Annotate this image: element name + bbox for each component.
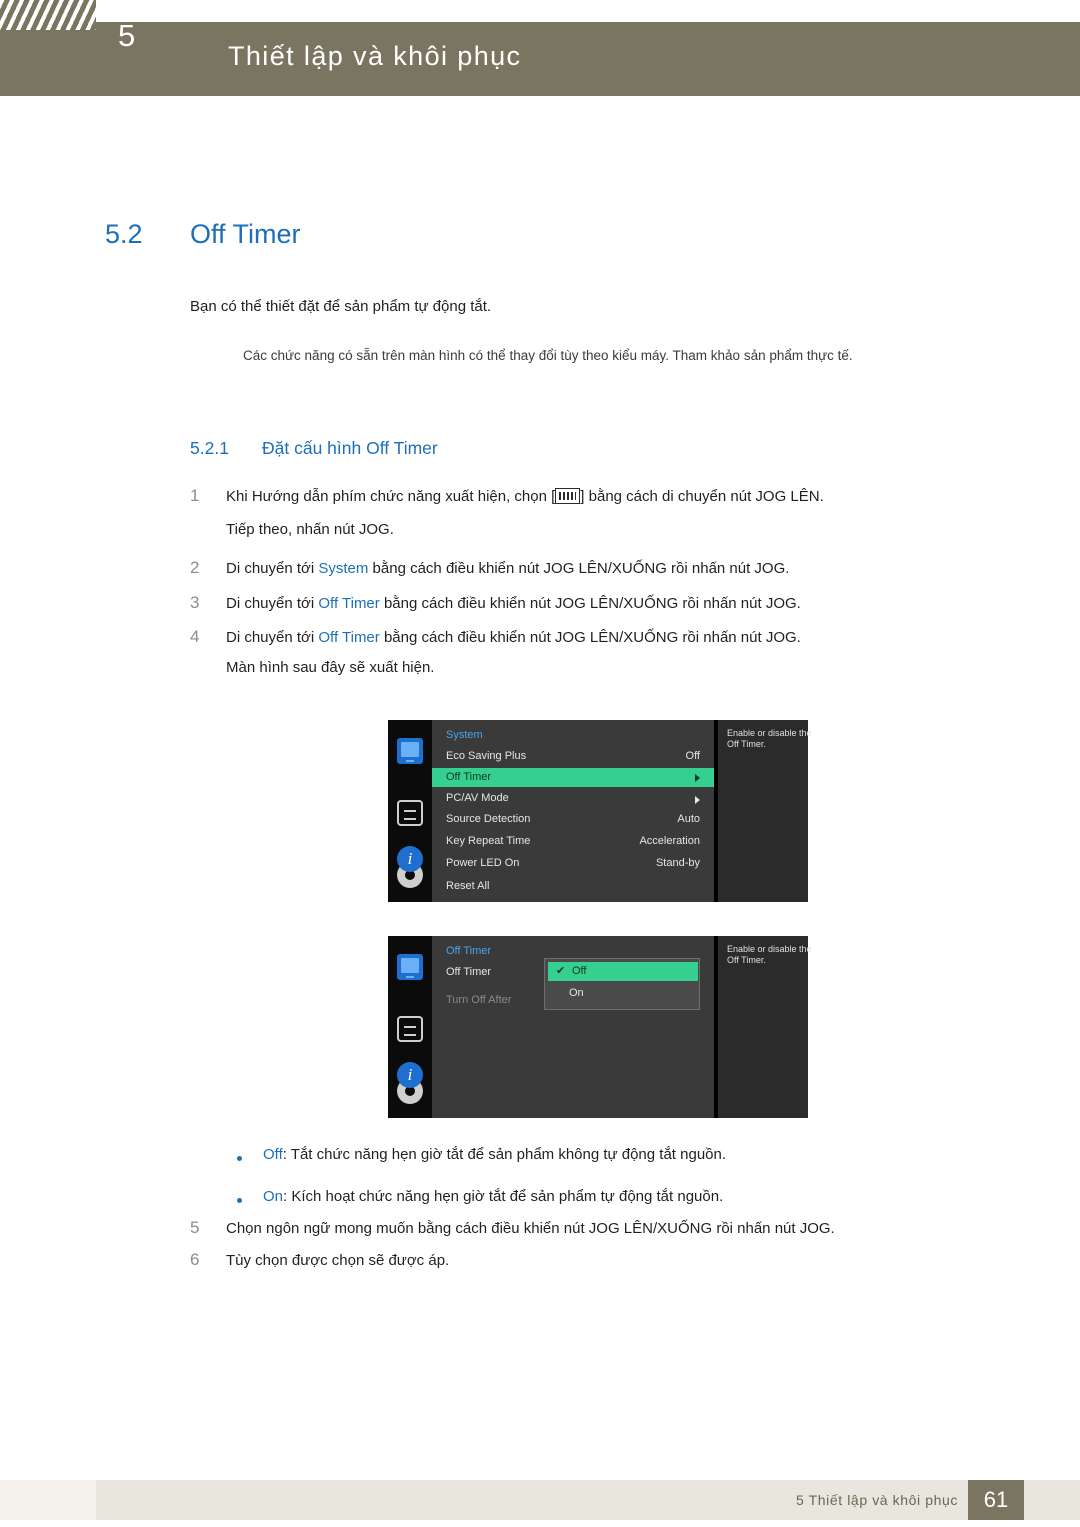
osd-icon-rail-2: i xyxy=(388,936,432,1118)
header-white-strip xyxy=(96,0,1080,22)
bullet-item-1: On: Kích hoạt chức năng hẹn giờ tắt để s… xyxy=(263,1188,723,1205)
step-text-5: Chọn ngôn ngữ mong muốn bằng cách điều k… xyxy=(226,1220,835,1237)
step-2-prefix: Di chuyển tới xyxy=(226,560,319,577)
osd-row-label-offtimer: Off Timer xyxy=(446,966,492,978)
osd-option-on-label[interactable]: On xyxy=(569,987,584,999)
chevron-right-icon-2 xyxy=(695,796,700,804)
header-hatch-decoration xyxy=(0,0,96,30)
osd-row-label-3: Source Detection xyxy=(446,813,531,825)
osd-row-label-6: Reset All xyxy=(446,880,490,892)
step-3-prefix: Di chuyển tới xyxy=(226,595,319,612)
arrows-icon xyxy=(397,800,423,826)
bullet-marker-0 xyxy=(237,1156,242,1161)
step-number-3: 3 xyxy=(190,593,200,612)
footer-text: 5 Thiết lập và khôi phục xyxy=(795,1492,958,1508)
step-3-highlight: Off Timer xyxy=(318,595,380,612)
section-note: Các chức năng có sẵn trên màn hình có th… xyxy=(243,348,853,363)
osd-icon-rail: i xyxy=(388,720,432,902)
step-text-1: Khi Hướng dẫn phím chức năng xuất hiện, … xyxy=(226,488,824,505)
bullet-term-1: On xyxy=(263,1188,284,1205)
section-intro: Bạn có thể thiết đặt để sản phẩm tự động… xyxy=(190,298,492,315)
osd-row-label-5: Power LED On xyxy=(446,857,520,869)
osd-screenshot-offtimer: i Off Timer Off Timer Turn Off After Off… xyxy=(388,936,812,1118)
step-2-highlight: System xyxy=(318,560,369,577)
bullet-marker-1 xyxy=(237,1198,242,1203)
osd-help-text-2: Enable or disable the Off Timer. xyxy=(727,944,812,965)
step-number-4: 4 xyxy=(190,627,200,646)
osd-row-label-4: Key Repeat Time xyxy=(446,835,531,847)
bullet-desc-1: : Kích hoạt chức năng hẹn giờ tắt để sản… xyxy=(283,1188,724,1205)
step-4-prefix: Di chuyển tới xyxy=(226,629,319,646)
monitor-icon xyxy=(397,738,423,764)
bullet-desc-0: : Tắt chức năng hẹn giờ tắt để sản phẩm … xyxy=(282,1146,727,1163)
section-title: Off Timer xyxy=(190,219,301,249)
step-3-suffix: bằng cách điều khiển nút JOG LÊN/XUỐNG r… xyxy=(379,595,801,612)
osd-row-label-2: PC/AV Mode xyxy=(446,792,509,804)
chevron-right-icon xyxy=(695,774,700,782)
step-text-3: Di chuyển tới Off Timer bằng cách điều k… xyxy=(226,595,801,612)
step-1-line2: Tiếp theo, nhấn nút JOG. xyxy=(226,521,394,538)
step-text-2: Di chuyển tới System bằng cách điều khiể… xyxy=(226,560,789,577)
subsection-title: Đặt cấu hình Off Timer xyxy=(262,438,438,458)
step-1-text-after: ] bằng cách di chuyển nút JOG LÊN. xyxy=(580,488,824,505)
osd-row-label-0: Eco Saving Plus xyxy=(446,750,527,762)
osd-menu-title: System xyxy=(446,729,483,741)
step-number-1: 1 xyxy=(190,486,200,505)
info-icon: i xyxy=(397,1062,423,1088)
osd-menu-panel: System Eco Saving Plus Off Off Timer PC/… xyxy=(432,720,714,902)
step-number-2: 2 xyxy=(190,558,200,577)
osd-row-label-turnoffafter: Turn Off After xyxy=(446,994,512,1006)
osd-screenshot-system: i System Eco Saving Plus Off Off Timer P… xyxy=(388,720,812,902)
step-1-text-before: Khi Hướng dẫn phím chức năng xuất hiện, … xyxy=(226,488,556,505)
info-icon: i xyxy=(397,846,423,872)
step-text-4: Di chuyển tới Off Timer bằng cách điều k… xyxy=(226,629,801,646)
step-4-highlight: Off Timer xyxy=(318,629,380,646)
chapter-title: Thiết lập và khôi phục xyxy=(228,41,522,71)
bullet-item-0: Off: Tắt chức năng hẹn giờ tắt để sản ph… xyxy=(263,1146,726,1163)
osd-help-panel-2: Enable or disable the Off Timer. xyxy=(718,936,812,1118)
osd-help-text: Enable or disable the Off Timer. xyxy=(727,728,812,749)
osd-row-value-0: Off xyxy=(685,750,700,762)
step-2-suffix: bằng cách điều khiển nút JOG LÊN/XUỐNG r… xyxy=(368,560,790,577)
osd-row-label-1: Off Timer xyxy=(446,771,492,783)
step-number-6: 6 xyxy=(190,1250,200,1269)
osd-option-off-label: Off xyxy=(572,965,587,977)
osd-option-off[interactable]: Off ✔ xyxy=(548,962,698,981)
monitor-icon xyxy=(397,954,423,980)
key-guide-icon xyxy=(555,488,581,504)
page-number: 61 xyxy=(968,1480,1024,1520)
step-number-5: 5 xyxy=(190,1218,200,1237)
osd-row-value-4: Acceleration xyxy=(639,835,700,847)
chapter-number: 5 xyxy=(118,18,137,53)
bullet-term-0: Off xyxy=(263,1146,283,1163)
osd-row-value-3: Auto xyxy=(677,813,700,825)
osd-option-popup: Off ✔ On xyxy=(544,958,700,1010)
footer-left-band xyxy=(0,1480,96,1520)
osd-row-selected-1[interactable]: Off Timer xyxy=(432,768,714,787)
check-icon: ✔ xyxy=(556,965,566,977)
osd-menu-title-2: Off Timer xyxy=(446,945,492,957)
osd-menu-panel-2: Off Timer Off Timer Turn Off After Off ✔… xyxy=(432,936,714,1118)
step-text-6: Tùy chọn được chọn sẽ được áp. xyxy=(226,1252,450,1269)
step-4-line2: Màn hình sau đây sẽ xuất hiện. xyxy=(226,659,435,676)
osd-help-panel: Enable or disable the Off Timer. xyxy=(718,720,812,902)
subsection-number: 5.2.1 xyxy=(190,438,229,458)
section-number: 5.2 xyxy=(105,219,143,249)
arrows-icon xyxy=(397,1016,423,1042)
step-4-suffix: bằng cách điều khiển nút JOG LÊN/XUỐNG r… xyxy=(379,629,801,646)
osd-row-value-5: Stand-by xyxy=(655,857,700,869)
